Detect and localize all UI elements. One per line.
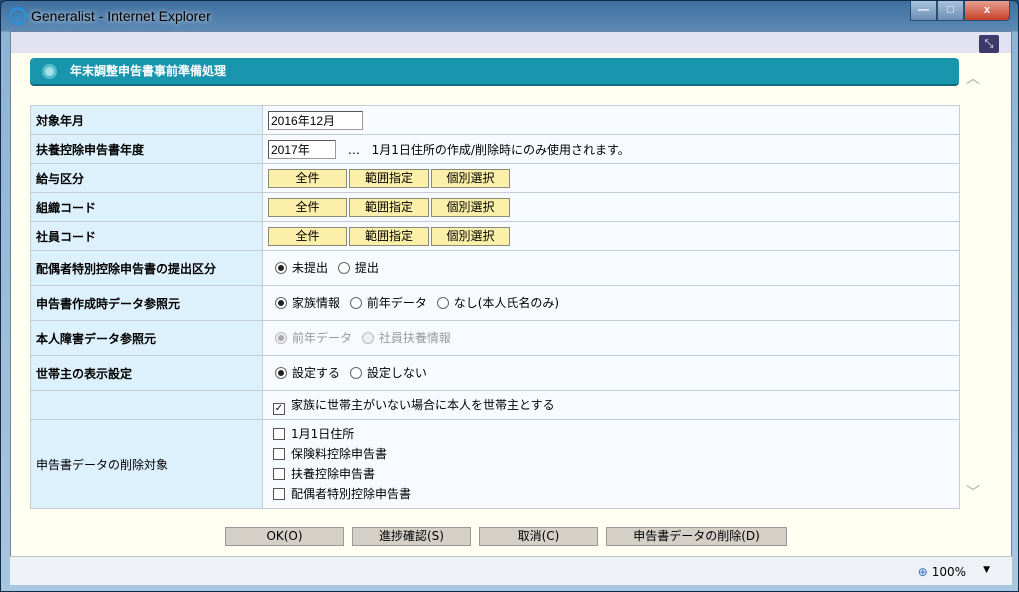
minimize-button[interactable]: — — [910, 1, 937, 21]
scroll-down-icon[interactable]: ﹀ — [966, 482, 980, 502]
radio-family-info[interactable]: 家族情報 — [275, 294, 340, 311]
label: 世帯主の表示設定 — [30, 355, 263, 391]
radio-none[interactable]: なし(本人氏名のみ) — [436, 294, 559, 311]
ie-logo-icon: e — [9, 7, 27, 25]
delete-data-button[interactable]: 申告書データの削除(D) — [606, 527, 787, 546]
label: 給与区分 — [30, 163, 263, 193]
resize-icon[interactable]: ⤡ — [979, 35, 999, 53]
row-target-month: 対象年月 — [30, 105, 960, 135]
org-range-button[interactable]: 範囲指定 — [349, 197, 429, 217]
household-self-checkbox[interactable]: ✓ 家族に世帯主がいない場合に本人を世帯主とする — [273, 398, 555, 415]
row-spouse: 配偶者特別控除申告書の提出区分 未提出 提出 — [30, 250, 960, 286]
page-title: 年末調整申告書事前準備処理 — [70, 64, 227, 78]
radio-previous-year[interactable]: 前年データ — [349, 294, 427, 311]
radio-not-set[interactable]: 設定しない — [349, 364, 427, 381]
radio-disability-employee-info: 社員扶養情報 — [361, 329, 451, 346]
row-household-check: ✓ 家族に世帯主がいない場合に本人を世帯主とする — [30, 390, 960, 420]
row-dependent-year: 扶養控除申告書年度 … 1月1日住所の作成/削除時にのみ使用されます。 — [30, 134, 960, 164]
row-delete-targets: 申告書データの削除対象 1月1日住所 保険料控除申告書 扶養控除申告書 配偶者特… — [30, 419, 960, 509]
delete-checkbox-address[interactable]: 1月1日住所 — [273, 424, 954, 444]
title-bar: e Generalist - Internet Explorer — □ x — [1, 1, 1018, 31]
row-household: 世帯主の表示設定 設定する 設定しない — [30, 355, 960, 391]
label: 申告書データの削除対象 — [30, 419, 263, 509]
year-note: 1月1日住所の作成/削除時にのみ使用されます。 — [371, 142, 630, 157]
employee-range-button[interactable]: 範囲指定 — [349, 226, 429, 246]
salary-individual-button[interactable]: 個別選択 — [431, 168, 510, 188]
employee-all-button[interactable]: 全件 — [268, 226, 347, 246]
radio-set[interactable]: 設定する — [275, 364, 340, 381]
target-month-input[interactable] — [268, 110, 363, 130]
row-disability: 本人障害データ参照元 前年データ 社員扶養情報 — [30, 320, 960, 356]
label: 扶養控除申告書年度 — [30, 134, 263, 164]
radio-disability-previous-year: 前年データ — [275, 329, 352, 346]
scroll-up-icon[interactable]: ︿ — [966, 68, 980, 88]
salary-all-button[interactable]: 全件 — [268, 168, 347, 188]
delete-checkbox-insurance[interactable]: 保険料控除申告書 — [273, 444, 954, 464]
progress-button[interactable]: 進捗確認(S) — [352, 527, 471, 546]
salary-range-button[interactable]: 範囲指定 — [349, 168, 429, 188]
org-all-button[interactable]: 全件 — [268, 197, 347, 217]
cancel-button[interactable]: 取消(C) — [479, 527, 598, 546]
zoom-level[interactable]: ⊕ 100% — [918, 565, 966, 579]
dependent-year-input[interactable] — [268, 139, 336, 159]
zoom-icon: ⊕ — [917, 565, 928, 579]
settings-form: 対象年月 扶養控除申告書年度 … 1月1日住所の作成/削除時にのみ使用されます。… — [30, 105, 960, 509]
radio-submitted[interactable]: 提出 — [337, 259, 379, 276]
row-org: 組織コード 全件 範囲指定 個別選択 — [30, 192, 960, 222]
page-header: 年末調整申告書事前準備処理 — [30, 58, 959, 86]
label: 申告書作成時データ参照元 — [30, 285, 263, 321]
close-button[interactable]: x — [964, 1, 1010, 21]
row-employee: 社員コード 全件 範囲指定 個別選択 — [30, 221, 960, 251]
radio-not-submitted[interactable]: 未提出 — [275, 259, 328, 276]
row-source: 申告書作成時データ参照元 家族情報 前年データ なし(本人氏名のみ) — [30, 285, 960, 321]
label: 対象年月 — [30, 105, 263, 135]
delete-checkbox-spouse[interactable]: 配偶者特別控除申告書 — [273, 484, 954, 504]
label: 配偶者特別控除申告書の提出区分 — [30, 250, 263, 286]
employee-individual-button[interactable]: 個別選択 — [431, 226, 510, 246]
page-content: ⤡ 年末調整申告書事前準備処理 ︿ ﹀ 対象年月 扶養控除申告書年度 … 1月1… — [10, 31, 1012, 585]
delete-checkbox-dependent[interactable]: 扶養控除申告書 — [273, 464, 954, 484]
ok-button[interactable]: OK(O) — [225, 527, 344, 546]
ellipsis: … — [347, 142, 360, 157]
label: 本人障害データ参照元 — [30, 320, 263, 356]
header-circle-icon — [42, 64, 57, 79]
label: 社員コード — [30, 221, 263, 251]
status-bar: ⊕ 100% ▼ — [10, 556, 1012, 585]
org-individual-button[interactable]: 個別選択 — [431, 197, 510, 217]
row-salary: 給与区分 全件 範囲指定 個別選択 — [30, 163, 960, 193]
maximize-button[interactable]: □ — [937, 1, 964, 21]
toolbar — [11, 32, 1011, 53]
window-title: Generalist - Internet Explorer — [31, 8, 211, 24]
label: 組織コード — [30, 192, 263, 222]
zoom-dropdown-icon[interactable]: ▼ — [983, 565, 990, 575]
